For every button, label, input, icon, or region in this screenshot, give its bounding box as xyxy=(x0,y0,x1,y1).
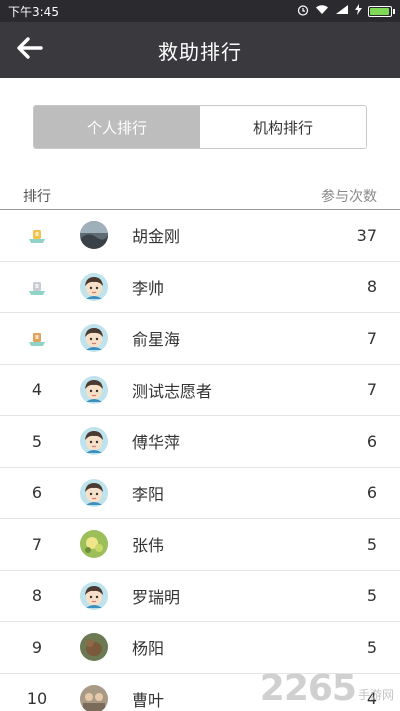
back-button[interactable] xyxy=(14,36,46,64)
wifi-icon xyxy=(315,4,329,18)
volunteer-name: 胡金刚 xyxy=(132,227,181,247)
bronze-medal-icon xyxy=(29,331,45,346)
avatar xyxy=(80,530,108,559)
battery-icon xyxy=(368,5,395,17)
ranking-list: 胡金刚 37 李帅 8 俞星海 7 4 测试志愿者 7 5 傅华萍 6 6 李阳 6 7 张伟 5 8 罗瑞明 5 9 杨阳… xyxy=(0,210,400,711)
avatar xyxy=(80,581,108,610)
status-time: 下午3:45 xyxy=(8,4,59,19)
ranking-row[interactable]: 6 李阳 6 xyxy=(0,468,400,519)
silver-medal-icon xyxy=(29,280,45,295)
participation-count: 5 xyxy=(366,534,377,554)
participation-count: 7 xyxy=(366,328,377,348)
volunteer-name: 李阳 xyxy=(132,484,165,504)
volunteer-name: 俞星海 xyxy=(132,330,181,350)
volunteer-name: 罗瑞明 xyxy=(132,587,181,607)
volunteer-name: 李帅 xyxy=(132,278,165,298)
gold-medal-icon xyxy=(29,228,45,243)
ranking-row[interactable]: 胡金刚 37 xyxy=(0,210,400,262)
avatar xyxy=(80,478,108,507)
rank-number: 9 xyxy=(31,637,43,657)
list-header: 排行 参与次数 xyxy=(0,182,400,210)
rank-number: 6 xyxy=(31,483,43,503)
ranking-row[interactable]: 7 张伟 5 xyxy=(0,519,400,571)
volunteer-name: 张伟 xyxy=(132,536,165,556)
tab-organization-ranking[interactable]: 机构排行 xyxy=(200,106,366,148)
participation-count: 5 xyxy=(366,586,377,606)
volunteer-name: 傅华萍 xyxy=(132,433,181,453)
ranking-row[interactable]: 李帅 8 xyxy=(0,262,400,313)
app-header: 救助排行 xyxy=(0,22,400,78)
ranking-row[interactable]: 8 罗瑞明 5 xyxy=(0,571,400,622)
participation-count: 5 xyxy=(366,637,377,657)
participation-count: 37 xyxy=(356,225,377,245)
watermark-suffix: 手游网 xyxy=(357,688,394,702)
rank-number: 4 xyxy=(31,380,43,400)
watermark-logo: 2265 手游网 xyxy=(260,667,394,707)
avatar xyxy=(80,324,108,353)
battery-level xyxy=(370,7,389,15)
tab-personal-ranking[interactable]: 个人排行 xyxy=(34,106,200,148)
avatar xyxy=(80,684,108,711)
rank-number: 8 xyxy=(31,586,43,606)
avatar xyxy=(80,375,108,404)
volunteer-name: 曹叶 xyxy=(132,690,165,710)
charging-icon xyxy=(355,4,362,18)
avatar xyxy=(80,427,108,456)
ranking-row[interactable]: 4 测试志愿者 7 xyxy=(0,365,400,416)
avatar xyxy=(80,221,108,250)
avatar xyxy=(80,633,108,662)
rank-number: 10 xyxy=(26,689,48,709)
rank-number: 7 xyxy=(31,534,43,554)
signal-icon xyxy=(335,4,349,18)
watermark-number: 2265 xyxy=(259,668,357,709)
status-bar: 下午3:45 xyxy=(0,0,400,22)
participation-count: 6 xyxy=(366,431,377,451)
ranking-type-tabs: 个人排行 机构排行 xyxy=(33,105,367,149)
participation-count: 8 xyxy=(366,277,377,297)
rank-column-header: 排行 xyxy=(23,188,51,205)
participation-count: 7 xyxy=(366,380,377,400)
status-icons xyxy=(297,4,395,19)
ranking-row[interactable]: 9 杨阳 5 xyxy=(0,622,400,674)
participation-count: 6 xyxy=(366,483,377,503)
ranking-row[interactable]: 5 傅华萍 6 xyxy=(0,416,400,468)
arrow-left-icon xyxy=(17,37,43,63)
volunteer-name: 测试志愿者 xyxy=(132,381,213,401)
alarm-icon xyxy=(297,4,309,19)
avatar xyxy=(80,272,108,301)
volunteer-name: 杨阳 xyxy=(132,639,165,659)
rank-number: 5 xyxy=(31,431,43,451)
ranking-row[interactable]: 俞星海 7 xyxy=(0,313,400,365)
page-title: 救助排行 xyxy=(158,39,242,64)
count-column-header: 参与次数 xyxy=(321,188,377,205)
